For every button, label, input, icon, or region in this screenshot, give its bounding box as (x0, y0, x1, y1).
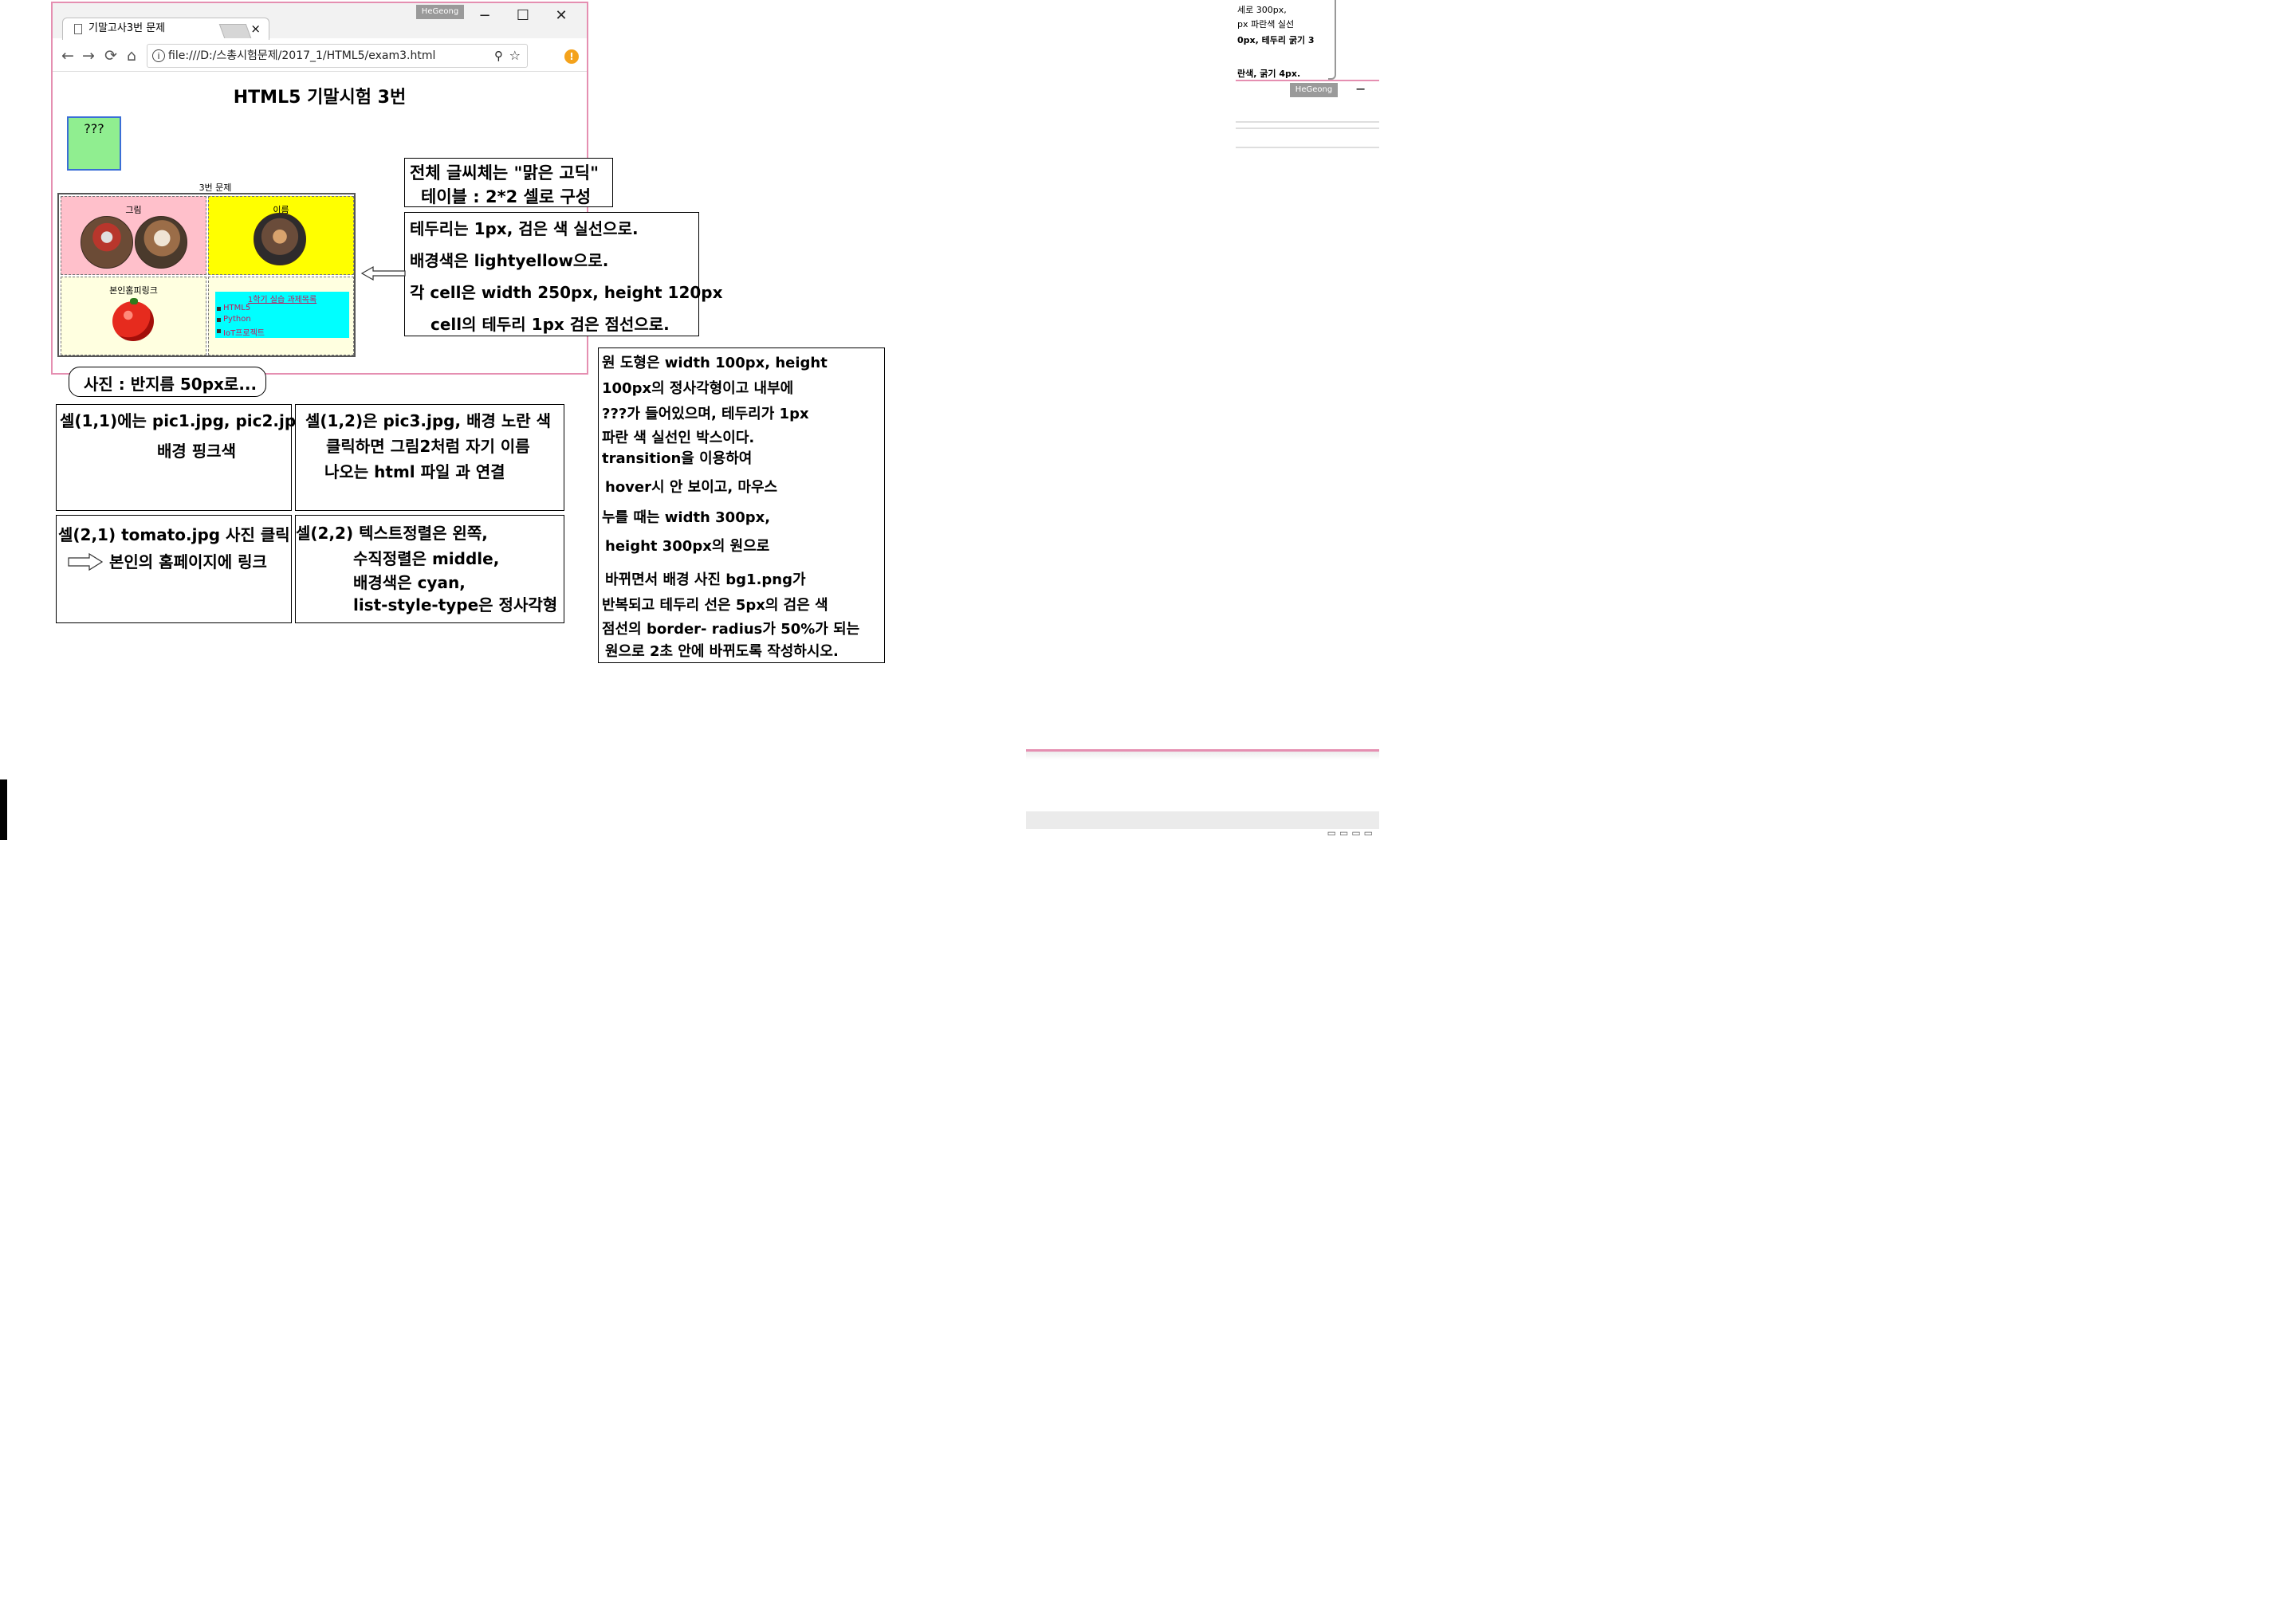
note-line: height 300px의 원으로 (605, 538, 770, 555)
note-line: transition을 이용하여 (602, 450, 753, 467)
address-bar[interactable]: i file:///D:/스총시험문제/2017_1/HTML5/exam3.h… (147, 44, 528, 68)
fragment-divider (1236, 128, 1379, 129)
note-line: 원으로 2초 안에 바뀌도록 작성하시오. (605, 643, 839, 660)
note-line: 셀(1,2)은 pic3.jpg, 배경 노란 색 (305, 411, 551, 430)
mystery-box[interactable]: ??? (67, 116, 121, 171)
list-item[interactable]: IoT프로젝트 (217, 326, 265, 338)
note-borders: 테두리는 1px, 검은 색 실선으로. 배경색은 lightyellow으로.… (404, 212, 723, 336)
left-edge-bar (0, 779, 7, 840)
maximize-icon[interactable]: ☐ (505, 5, 541, 27)
note-line: 전체 글씨체는 "맑은 고딕" (410, 163, 600, 183)
window-controls: − ☐ ✕ (467, 5, 587, 27)
fragment-divider (1236, 121, 1379, 123)
note-line: 점선의 border- radius가 50%가 되는 (602, 621, 860, 638)
note-line: cell의 테두리 1px 검은 점선으로. (431, 315, 670, 334)
note-line: 각 cell은 width 250px, height 120px (410, 283, 723, 302)
fragment-shadow (1026, 752, 1379, 760)
navigation-bar: ← → ⟳ ⌂ i file:///D:/스총시험문제/2017_1/HTML5… (53, 40, 587, 72)
fragment-minimize-icon[interactable]: − (1355, 81, 1366, 96)
note-line: list-style-type은 정사각형 (353, 595, 558, 614)
new-tab-button[interactable] (218, 24, 252, 38)
note-line: 셀(2,1) tomato.jpg 사진 클릭 (58, 525, 290, 544)
tab-close-icon[interactable]: × (250, 18, 261, 39)
list-item[interactable]: HTML5 (216, 304, 250, 312)
list-item[interactable]: Python (217, 315, 251, 324)
cell-title-homepage: 본인홈피링크 (109, 285, 158, 296)
close-icon[interactable]: ✕ (544, 5, 579, 27)
extension-alert-icon[interactable]: ! (564, 49, 579, 64)
note-line: 나오는 html 파일 과 연결 (324, 462, 505, 481)
fragment-border (1328, 0, 1336, 80)
table-caption: 3번 문제 (199, 183, 232, 193)
arrow-left-icon (360, 265, 406, 281)
note-cell-1-1: 셀(1,1)에는 pic1.jpg, pic2.jpg 배경 핑크색 (56, 404, 308, 511)
fragment-line: 세로 300px, (1237, 5, 1287, 15)
forward-icon[interactable]: → (78, 45, 99, 67)
search-icon[interactable]: ⚲ (494, 45, 503, 67)
note-line: 셀(2,2) 텍스트정렬은 왼쪽, (296, 524, 488, 543)
note-line: 반복되고 테두리 선은 5px의 검은 색 (602, 597, 828, 614)
pic3-image-link[interactable] (254, 213, 306, 265)
note-line: 테이블 : 2*2 셀로 구성 (421, 187, 592, 206)
table-cell-picture: 그림 (61, 196, 206, 275)
note-line: 사진 : 반지름 50px로... (84, 375, 258, 394)
note-line: 클릭하면 그림2처럼 자기 이름 (326, 437, 530, 456)
arrow-right-icon (68, 552, 104, 571)
tab-title: 기말고사3번 문제 (88, 22, 166, 34)
fragment-line: px 파란색 실선 (1237, 19, 1295, 29)
note-cell-1-2: 셀(1,2)은 pic3.jpg, 배경 노란 색 클릭하면 그림2처럼 자기 … (295, 404, 564, 511)
address-url: file:///D:/스총시험문제/2017_1/HTML5/exam3.htm… (168, 49, 436, 62)
back-icon[interactable]: ← (57, 45, 78, 67)
note-line: hover시 안 보이고, 마우스 (605, 479, 778, 496)
user-badge: HeGeong (416, 5, 464, 19)
note-line: 테두리는 1px, 검은 색 실선으로. (410, 219, 639, 238)
note-line: 배경색은 lightyellow으로. (410, 251, 609, 270)
note-line: 바뀌면서 배경 사진 bg1.png가 (605, 571, 806, 588)
note-font-table: 전체 글씨체는 "맑은 고딕" 테이블 : 2*2 셀로 구성 (404, 158, 613, 207)
note-line: 배경색은 cyan, (353, 573, 466, 592)
tomato-image-link[interactable] (112, 301, 154, 341)
note-line: 수직정렬은 middle, (353, 549, 500, 568)
fragment-divider (1236, 147, 1379, 148)
home-icon[interactable]: ⌂ (121, 45, 142, 67)
page-icon (74, 24, 82, 34)
note-circle-transition: 원 도형은 width 100px, height 100px의 정사각형이고 … (598, 347, 885, 663)
note-line: 파란 색 실선인 박스이다. (602, 430, 755, 446)
cropped-window-fragment: 세로 300px, px 파란색 실선 0px, 테두리 굵기 3 란색, 굵기… (1236, 0, 1379, 88)
info-icon[interactable]: i (152, 49, 165, 62)
task-list-box: 1학기 실습 과제목록 HTML5 Python IoT프로젝트 (215, 292, 349, 338)
note-line: 누를 때는 width 300px, (602, 509, 771, 526)
fragment-line: 0px, 테두리 굵기 3 (1237, 35, 1315, 45)
cell-title-picture: 그림 (125, 205, 142, 215)
table-cell-name[interactable]: 이름 (208, 196, 354, 275)
note-line: 100px의 정사각형이고 내부에 (602, 380, 794, 397)
reload-icon[interactable]: ⟳ (100, 45, 121, 67)
fragment-status-bar (1026, 811, 1379, 829)
bookmark-star-icon[interactable]: ☆ (509, 45, 521, 67)
note-line: 원 도형은 width 100px, height (602, 355, 828, 371)
tab-bar: 기말고사3번 문제 × − ☐ ✕ HeGeong (53, 3, 587, 40)
minimize-icon[interactable]: − (467, 5, 502, 27)
pic2-image (135, 216, 187, 269)
exam-table: 그림 이름 본인홈피링크 1학기 실습 과제목록 HTML5 Python Io… (57, 193, 356, 357)
fragment-line: 란색, 굵기 4px. (1237, 69, 1301, 79)
fragment-badge: HeGeong (1290, 83, 1338, 97)
tomato-stem (130, 298, 138, 304)
table-cell-homepage: 본인홈피링크 (61, 277, 206, 355)
task-list-link[interactable]: 1학기 실습 과제목록 (215, 293, 349, 304)
pic1-image (81, 216, 133, 269)
note-cell-2-2: 셀(2,2) 텍스트정렬은 왼쪽, 수직정렬은 middle, 배경색은 cya… (295, 515, 564, 623)
note-photo-radius: 사진 : 반지름 50px로... (69, 367, 266, 397)
note-line: 셀(1,1)에는 pic1.jpg, pic2.jpg (60, 411, 308, 430)
note-line: 본인의 홈페이지에 링크 (109, 552, 267, 571)
cropped-window-bottom: ▭▭▭▭ (1026, 749, 1379, 838)
note-line: ???가 들어있으며, 테두리가 1px (602, 406, 809, 422)
view-mode-icons[interactable]: ▭▭▭▭ (1327, 827, 1376, 838)
note-line: 배경 핑크색 (157, 442, 236, 461)
table-cell-tasks: 1학기 실습 과제목록 HTML5 Python IoT프로젝트 (208, 277, 354, 355)
page-heading: HTML5 기말시험 3번 (233, 88, 407, 108)
